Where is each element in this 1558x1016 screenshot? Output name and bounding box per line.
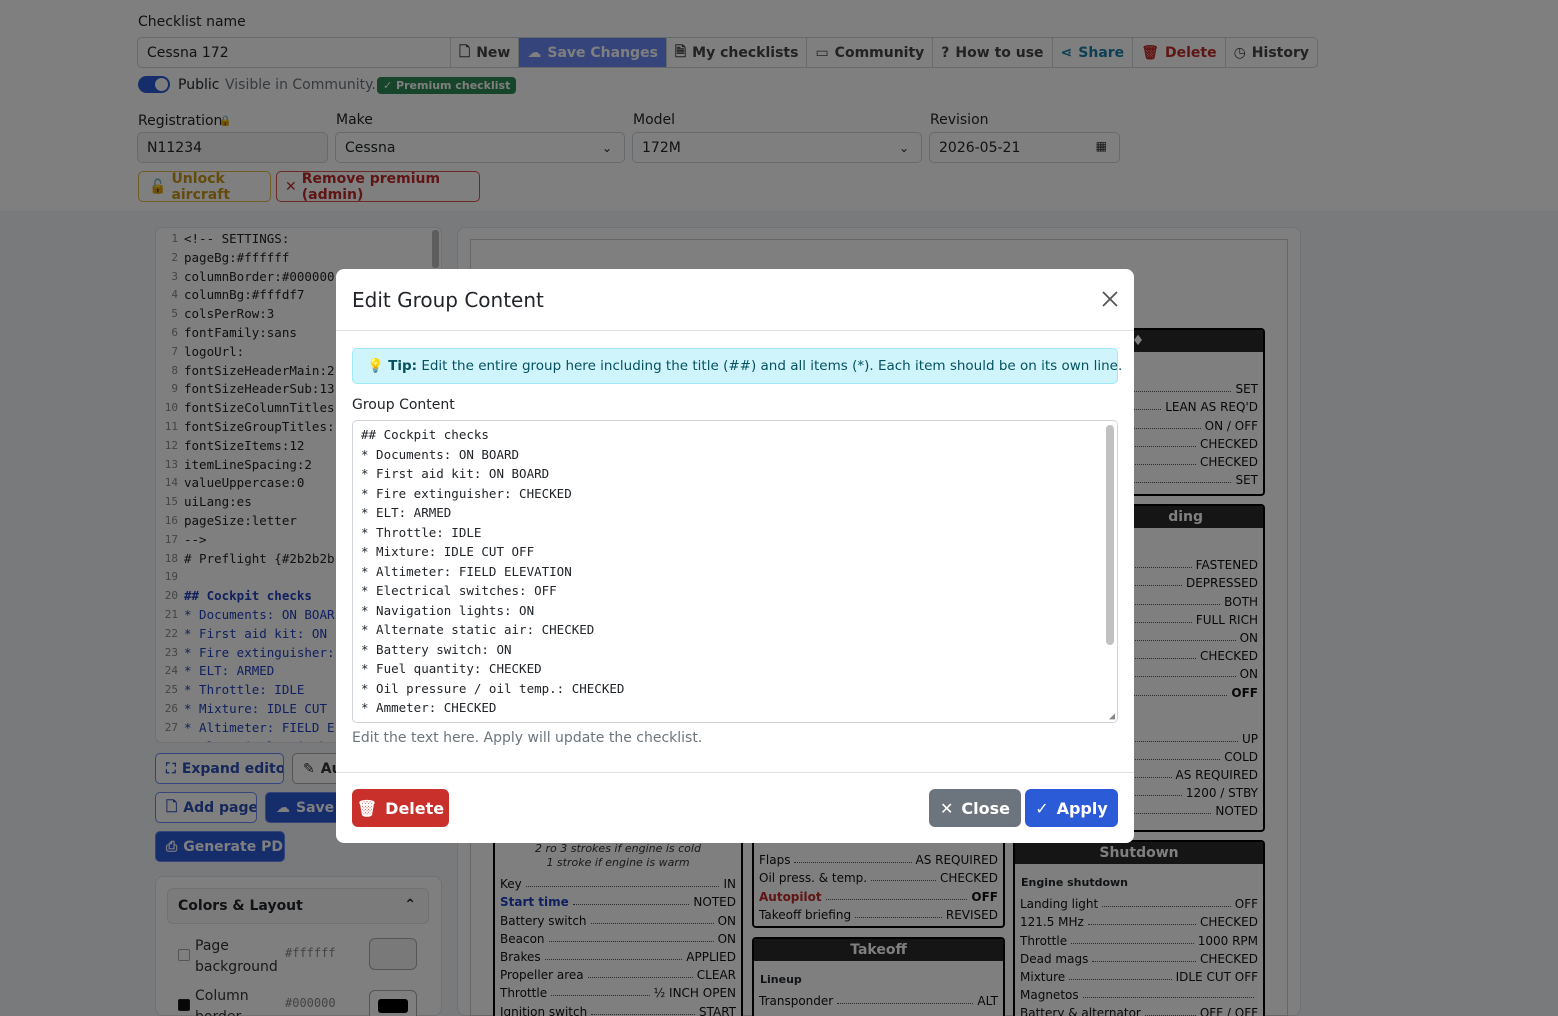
textarea-scrollbar[interactable] bbox=[1106, 425, 1114, 645]
check-icon: ✓ bbox=[1035, 798, 1049, 818]
delete-group-label: Delete bbox=[385, 798, 445, 818]
textarea-line: * ELT: ARMED bbox=[361, 505, 452, 520]
tip-bold: Tip: bbox=[388, 358, 418, 374]
textarea-line: * Throttle: IDLE bbox=[361, 524, 482, 540]
group-content-textarea[interactable]: ## Cockpit checks * Documents: ON BOARD * … bbox=[352, 420, 1118, 723]
tip-text: Edit the entire group here including the… bbox=[421, 358, 1123, 374]
textarea-line: * Battery switch: ON bbox=[361, 641, 512, 657]
group-content-label: Group Content bbox=[352, 397, 455, 413]
textarea-line: * Fuel quantity: CHECKED bbox=[361, 661, 542, 676]
textarea-line: * First aid kit: ON BOARD bbox=[361, 466, 550, 481]
textarea-line: * Ammeter: CHECKED bbox=[361, 700, 497, 715]
close-icon[interactable] bbox=[1100, 289, 1120, 309]
textarea-line: * Oil pressure / oil temp.: CHECKED bbox=[361, 680, 625, 696]
help-text: Edit the text here. Apply will update th… bbox=[352, 730, 703, 746]
tip-alert: 💡 Tip: Edit the entire group here includ… bbox=[352, 348, 1122, 384]
textarea-line: * Electrical switches: OFF bbox=[361, 583, 557, 598]
modal-header: Edit Group Content bbox=[336, 269, 1134, 331]
modal-title: Edit Group Content bbox=[352, 288, 544, 312]
close-label: Close bbox=[961, 798, 1010, 818]
textarea-line: ## Cockpit checks bbox=[361, 427, 489, 442]
apply-button[interactable]: ✓ Apply bbox=[1025, 789, 1118, 827]
textarea-line: * Altimeter: FIELD ELEVATION bbox=[361, 563, 572, 579]
x-icon: ✕ bbox=[940, 798, 954, 818]
textarea-line: * Documents: ON BOARD bbox=[361, 446, 520, 462]
delete-group-button[interactable]: 🗑 Delete bbox=[352, 789, 449, 827]
textarea-line: * Fire extinguisher: CHECKED bbox=[361, 485, 572, 501]
textarea-line: * Alternate static air: CHECKED bbox=[361, 622, 595, 637]
trash-icon: 🗑 bbox=[356, 798, 378, 818]
lightbulb-icon: 💡 bbox=[367, 358, 384, 374]
textarea-line: * Mixture: IDLE CUT OFF bbox=[361, 544, 535, 559]
edit-group-modal: Edit Group Content 💡 Tip: Edit the entir… bbox=[336, 269, 1134, 843]
close-button[interactable]: ✕ Close bbox=[929, 789, 1021, 827]
textarea-line: * Navigation lights: ON bbox=[361, 602, 535, 618]
resize-handle-icon[interactable]: ◢ bbox=[1109, 711, 1115, 722]
apply-label: Apply bbox=[1056, 798, 1108, 818]
modal-footer-divider bbox=[336, 772, 1134, 773]
